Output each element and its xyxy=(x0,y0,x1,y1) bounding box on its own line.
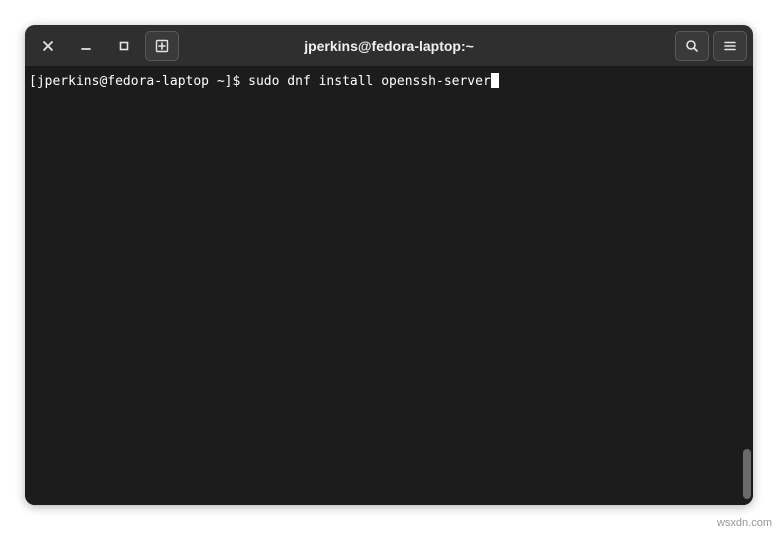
titlebar: jperkins@fedora-laptop:~ xyxy=(25,25,753,67)
maximize-button[interactable] xyxy=(107,31,141,61)
terminal-window: jperkins@fedora-laptop:~ [jperkins@fedor… xyxy=(25,25,753,505)
new-tab-icon xyxy=(155,39,169,53)
hamburger-icon xyxy=(723,39,737,53)
search-icon xyxy=(685,39,699,53)
prompt-text: [jperkins@fedora-laptop ~]$ xyxy=(29,74,248,89)
terminal-line: [jperkins@fedora-laptop ~]$ sudo dnf ins… xyxy=(29,73,749,91)
terminal-body[interactable]: [jperkins@fedora-laptop ~]$ sudo dnf ins… xyxy=(25,67,753,505)
close-icon xyxy=(42,40,54,52)
command-text: sudo dnf install openssh-server xyxy=(248,74,491,89)
watermark: wsxdn.com xyxy=(717,517,772,529)
scrollbar-track[interactable] xyxy=(741,67,753,505)
window-title: jperkins@fedora-laptop:~ xyxy=(304,38,474,54)
new-tab-button[interactable] xyxy=(145,31,179,61)
search-button[interactable] xyxy=(675,31,709,61)
menu-button[interactable] xyxy=(713,31,747,61)
minimize-icon xyxy=(80,40,92,52)
close-button[interactable] xyxy=(31,31,65,61)
cursor xyxy=(491,73,499,88)
minimize-button[interactable] xyxy=(69,31,103,61)
scrollbar-thumb[interactable] xyxy=(743,449,751,499)
maximize-icon xyxy=(118,40,130,52)
